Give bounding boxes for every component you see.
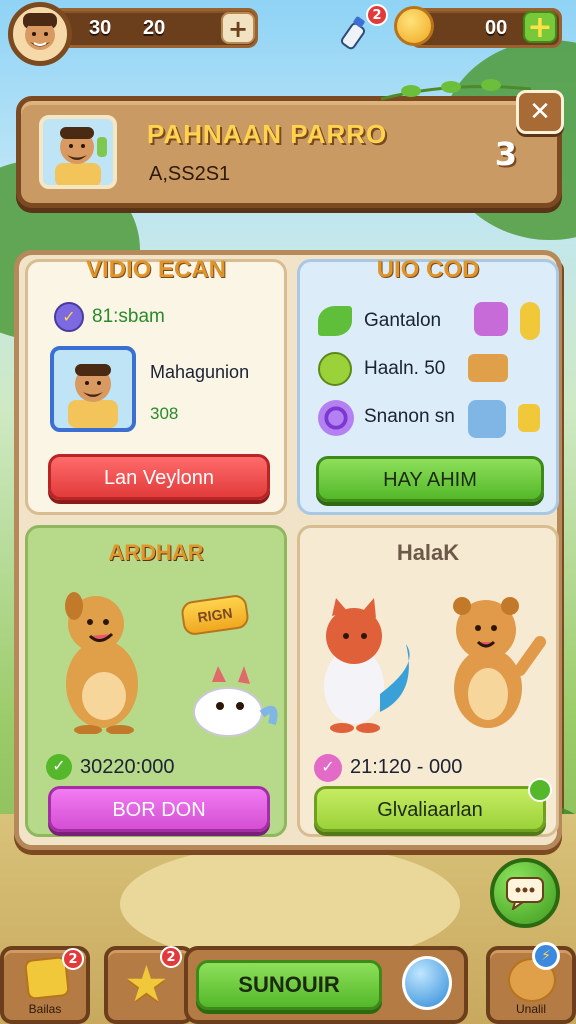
pet-alert-icon: ⚡ xyxy=(532,942,560,970)
coin-value: 00 xyxy=(485,17,508,39)
cat-character-icon xyxy=(182,662,278,742)
player-score-label: 308 xyxy=(150,404,179,423)
bag-label: Bailas xyxy=(28,1002,62,1016)
main-board: VIDIO ECAN ✓ 81:sbam Mahagunion 308 Lan … xyxy=(14,250,562,850)
video-card: VIDIO ECAN ✓ 81:sbam Mahagunion 308 Lan … xyxy=(25,256,287,515)
halak-card-title: HalaK xyxy=(396,540,460,565)
fox-character-icon xyxy=(310,594,420,734)
player-level: 3 xyxy=(494,135,517,173)
chat-bubble-icon xyxy=(506,877,544,910)
leaf-decoration-icon xyxy=(380,79,532,103)
coin-icon xyxy=(394,6,434,46)
player-card-portrait[interactable] xyxy=(50,346,136,432)
player-face-icon xyxy=(23,13,57,50)
info-row-3: Snanon sn xyxy=(364,406,455,427)
player-name: PAHNAAN PARRO xyxy=(147,119,388,149)
profile-portrait xyxy=(39,115,117,189)
stat-a-value: 30 xyxy=(89,17,112,39)
halak-value: 21:120 - 000 xyxy=(350,756,463,778)
purple-swirl-icon xyxy=(318,400,354,436)
add-stat-button[interactable]: + xyxy=(221,12,255,44)
player-stats-bar: 30 20 + xyxy=(52,8,258,48)
halak-card: HalaK ✓ 21:120 - 000 Glvaliaarlan xyxy=(297,525,559,837)
player-id: A,SS2S1 xyxy=(149,163,231,185)
info-row-1: Gantalon xyxy=(364,310,442,331)
refresh-icon[interactable] xyxy=(528,778,552,802)
balloon-icon[interactable] xyxy=(402,956,452,1010)
player-avatar[interactable] xyxy=(8,2,72,66)
info-card: UIO COD Gantalon Haaln. 50 Snanon sn HAY… xyxy=(297,256,559,515)
bottom-navigation: Bailas 2 ★ 2 SUNOUIR Unalil ⚡ xyxy=(0,940,576,1024)
top-resource-bar: 30 20 + 2 00 + xyxy=(0,0,576,66)
player-portrait-icon xyxy=(55,127,107,187)
player-thumbnail-icon xyxy=(68,364,118,428)
item-icon-5 xyxy=(518,404,540,432)
info-row-2: Haaln. 50 xyxy=(364,358,446,379)
item-icon-3 xyxy=(468,354,508,382)
leaf-icon xyxy=(318,306,352,336)
info-card-title: UIO COD xyxy=(376,256,480,283)
video-action-button[interactable]: Lan Veylonn xyxy=(48,454,270,500)
video-row-label: 81:sbam xyxy=(92,306,165,327)
profile-panel: PAHNAAN PARRO A,SS2S1 3 xyxy=(16,79,562,208)
buy-coins-button[interactable]: + xyxy=(523,11,557,43)
bear-character-icon xyxy=(436,584,546,734)
close-button[interactable]: ✕ xyxy=(516,90,564,134)
info-action-button[interactable]: HAY AHIM xyxy=(316,456,544,502)
ardhar-card: ARDHAR RIGN ✓ 30220:000 BOR DON xyxy=(25,525,287,837)
star-badge: 2 xyxy=(160,946,182,968)
potion-badge: 2 xyxy=(366,4,388,26)
player-name-label: Mahagunion xyxy=(150,362,250,382)
rign-tag-label: RIGN xyxy=(196,604,234,626)
pet-tile[interactable]: Unalil xyxy=(486,946,576,1024)
halak-action-button[interactable]: Glvaliaarlan xyxy=(314,786,546,832)
stat-b-value: 20 xyxy=(143,17,166,39)
item-icon-2 xyxy=(520,302,540,340)
pet-label: Unalil xyxy=(515,1002,546,1016)
value-check-icon: ✓ xyxy=(46,754,72,780)
heart-check-icon: ✓ xyxy=(314,754,342,782)
dog-character-icon xyxy=(52,584,152,735)
ardhar-card-title: ARDHAR xyxy=(108,540,204,565)
main-button-frame: SUNOUIR xyxy=(184,946,468,1024)
item-icon-1 xyxy=(474,302,508,336)
green-orb-icon xyxy=(318,352,352,386)
ardhar-value: 30220:000 xyxy=(80,756,175,778)
rign-tag[interactable]: RIGN xyxy=(179,593,251,637)
bag-badge: 2 xyxy=(62,948,84,970)
sunouir-button[interactable]: SUNOUIR xyxy=(196,960,382,1010)
check-badge-icon: ✓ xyxy=(54,302,84,332)
video-card-title: VIDIO ECAN xyxy=(85,256,226,283)
item-icon-4 xyxy=(468,400,506,438)
chat-button[interactable] xyxy=(490,858,560,928)
ardhar-action-button[interactable]: BOR DON xyxy=(48,786,270,832)
